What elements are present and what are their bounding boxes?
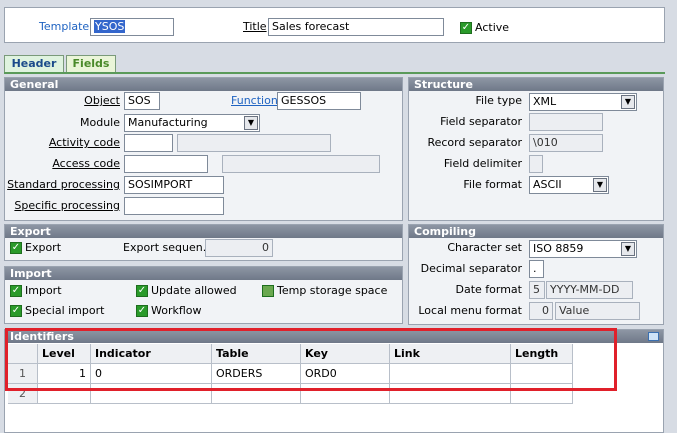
update-allowed-label: Update allowed — [151, 284, 237, 297]
import-checkbox[interactable]: ✓ — [10, 285, 22, 297]
title-label: Title — [243, 20, 267, 33]
charset-label: Character set — [447, 241, 522, 254]
field-separator-label: Field separator — [440, 115, 522, 128]
special-import-label: Special import — [25, 304, 105, 317]
general-group: General Object SOS Function GESSOS Modul… — [4, 77, 403, 221]
local-menu-format-num[interactable]: 0 — [529, 302, 553, 320]
chevron-down-icon[interactable]: ▼ — [621, 95, 635, 109]
general-heading: General — [5, 78, 402, 91]
specific-processing-field[interactable] — [124, 197, 224, 215]
workflow-label: Workflow — [151, 304, 202, 317]
export-heading: Export — [5, 225, 402, 238]
activity-desc-field — [177, 134, 331, 152]
active-checkbox[interactable]: ✓ — [460, 22, 472, 34]
temp-storage-checkbox[interactable] — [262, 285, 274, 297]
compiling-heading: Compiling — [409, 225, 663, 238]
file-type-select[interactable]: XML ▼ — [529, 93, 637, 111]
local-menu-format-field[interactable]: Value — [555, 302, 640, 320]
record-separator-label: Record separator — [427, 136, 522, 149]
tab-underline — [4, 72, 665, 74]
template-label: Template — [39, 20, 90, 33]
module-select[interactable]: Manufacturing ▼ — [124, 114, 260, 132]
field-delimiter-field[interactable] — [529, 155, 543, 173]
compiling-group: Compiling Character set ISO 8859 ▼ Decim… — [408, 224, 664, 325]
decimal-separator-label: Decimal separator — [420, 262, 522, 275]
field-separator-field[interactable] — [529, 113, 603, 131]
activity-label: Activity code — [48, 136, 120, 149]
specific-processing-label: Specific processing — [14, 199, 120, 212]
access-field[interactable] — [124, 155, 208, 173]
decimal-separator-field[interactable]: . — [529, 260, 544, 278]
export-sequence-field[interactable]: 0 — [205, 239, 273, 257]
export-sequence-label: Export sequen... — [123, 241, 214, 254]
charset-value: ISO 8859 — [533, 242, 584, 255]
header-panel: Template YSOS Title Sales forecast ✓ Act… — [4, 7, 665, 43]
template-value: YSOS — [94, 20, 126, 33]
export-checkbox[interactable]: ✓ — [10, 242, 22, 254]
standard-processing-field[interactable]: SOSIMPORT — [124, 176, 224, 194]
highlight-box — [5, 328, 617, 391]
expand-icon[interactable] — [648, 332, 659, 341]
function-field[interactable]: GESSOS — [277, 92, 361, 110]
file-format-value: ASCII — [533, 178, 562, 191]
access-label: Access code — [52, 157, 120, 170]
chevron-down-icon[interactable]: ▼ — [244, 116, 258, 130]
field-delimiter-label: Field delimiter — [443, 157, 522, 170]
structure-heading: Structure — [409, 78, 663, 91]
chevron-down-icon[interactable]: ▼ — [593, 178, 607, 192]
chevron-down-icon[interactable]: ▼ — [621, 242, 635, 256]
object-field[interactable]: SOS — [124, 92, 160, 110]
tab-fields[interactable]: Fields — [66, 55, 116, 73]
function-link[interactable]: Function — [231, 94, 278, 108]
tab-header[interactable]: Header — [4, 55, 64, 73]
export-group: Export ✓ Export Export sequen... 0 — [4, 224, 403, 261]
update-allowed-checkbox[interactable]: ✓ — [136, 285, 148, 297]
special-import-checkbox[interactable]: ✓ — [10, 305, 22, 317]
date-format-label: Date format — [455, 283, 523, 296]
charset-select[interactable]: ISO 8859 ▼ — [529, 240, 637, 258]
title-field[interactable]: Sales forecast — [268, 18, 444, 36]
import-heading: Import — [5, 267, 402, 280]
activity-field[interactable] — [124, 134, 173, 152]
file-format-label: File format — [463, 178, 522, 191]
file-type-label: File type — [475, 94, 522, 107]
local-menu-format-label: Local menu format — [418, 304, 522, 317]
module-value: Manufacturing — [128, 116, 208, 129]
access-desc-field — [222, 155, 380, 173]
date-format-field[interactable]: YYYY-MM-DD — [546, 281, 633, 299]
import-label: Import — [25, 284, 62, 297]
object-label: Object — [84, 94, 120, 107]
file-type-value: XML — [533, 95, 557, 108]
workflow-checkbox[interactable]: ✓ — [136, 305, 148, 317]
file-format-select[interactable]: ASCII ▼ — [529, 176, 609, 194]
date-format-num[interactable]: 5 — [529, 281, 545, 299]
module-label: Module — [80, 116, 120, 129]
structure-group: Structure File type XML ▼ Field separato… — [408, 77, 664, 221]
active-label: Active — [475, 21, 510, 34]
export-label: Export — [25, 241, 62, 254]
temp-storage-label: Temp storage space — [277, 284, 388, 297]
standard-processing-label: Standard processing — [7, 178, 120, 191]
record-separator-field[interactable]: \010 — [529, 134, 603, 152]
template-field[interactable]: YSOS — [90, 18, 174, 36]
import-group: Import ✓ Import ✓ Update allowed Temp st… — [4, 266, 403, 324]
